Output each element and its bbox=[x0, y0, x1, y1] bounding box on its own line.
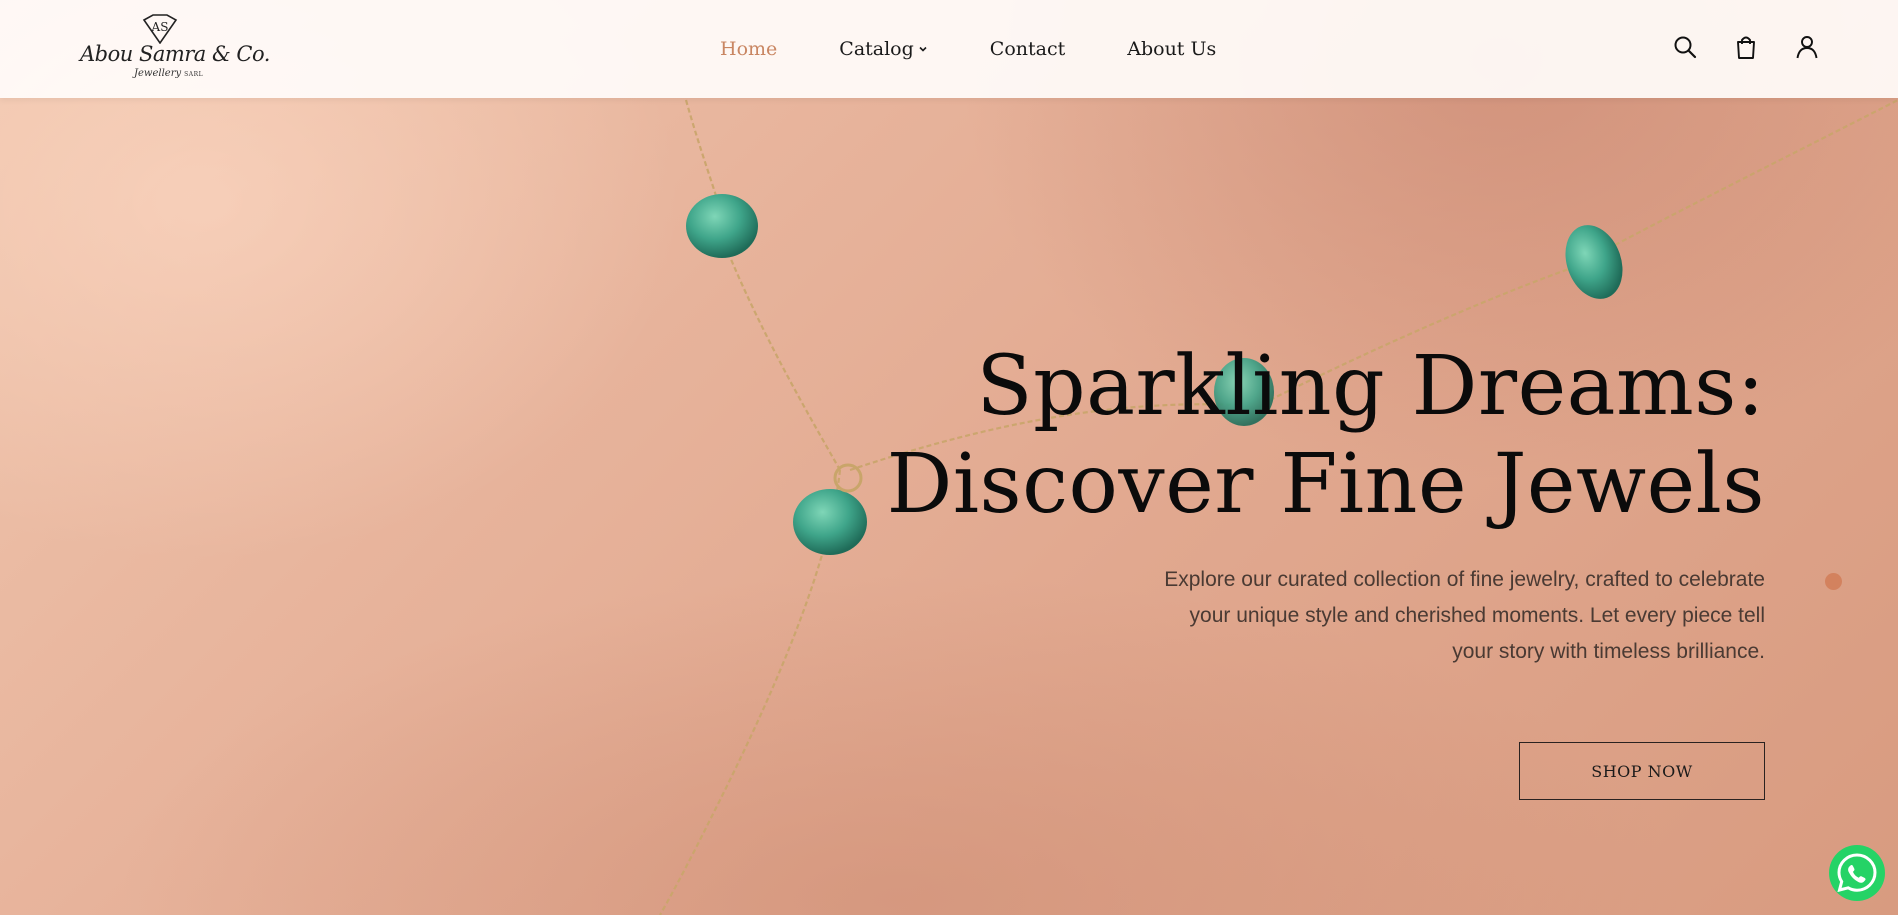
gem bbox=[686, 194, 758, 258]
brand-name: Abou Samra & Co. bbox=[80, 42, 270, 66]
hero-title-line-2: Discover Fine Jewels bbox=[886, 437, 1765, 532]
nav-item-label: About Us bbox=[1127, 38, 1217, 60]
gem bbox=[1565, 225, 1623, 299]
whatsapp-icon[interactable] bbox=[1828, 844, 1886, 902]
nav-item-about-us[interactable]: About Us bbox=[1127, 38, 1216, 60]
nav-item-contact[interactable]: Contact bbox=[990, 38, 1065, 60]
logo-mark-text: AS bbox=[151, 20, 169, 34]
hero-title-line-1: Sparkling Dreams: bbox=[976, 339, 1765, 434]
nav-item-label: Catalog bbox=[839, 38, 914, 60]
nav-item-home[interactable]: Home bbox=[720, 38, 777, 60]
brand-subtitle: Jewellery SARL bbox=[134, 68, 203, 79]
search-icon[interactable] bbox=[1672, 34, 1698, 60]
user-icon[interactable] bbox=[1794, 34, 1820, 60]
nav-item-catalog[interactable]: Catalog bbox=[839, 38, 928, 60]
hero-title: Sparkling Dreams: Discover Fine Jewels bbox=[865, 338, 1765, 534]
nav-item-label: Home bbox=[720, 38, 778, 60]
main-nav: Home Catalog Contact About Us bbox=[720, 36, 1278, 62]
hero-description: Explore our curated collection of fine j… bbox=[1164, 568, 1765, 663]
site-header: AS Abou Samra & Co. Jewellery SARL Home C… bbox=[0, 0, 1898, 98]
shopping-bag-icon[interactable] bbox=[1733, 34, 1759, 60]
header-actions bbox=[1637, 34, 1820, 60]
carousel-dot-active[interactable] bbox=[1825, 573, 1842, 590]
shop-now-button[interactable]: SHOP NOW bbox=[1519, 742, 1765, 800]
brand-suffix: SARL bbox=[184, 71, 204, 78]
gem bbox=[793, 489, 867, 555]
logo-mark-icon: AS bbox=[142, 14, 178, 44]
brand-sub-label: Jewellery bbox=[134, 68, 182, 79]
brand-logo[interactable]: AS Abou Samra & Co. Jewellery SARL bbox=[80, 14, 270, 84]
nav-item-label: Contact bbox=[989, 38, 1066, 60]
chevron-down-icon bbox=[919, 46, 927, 52]
